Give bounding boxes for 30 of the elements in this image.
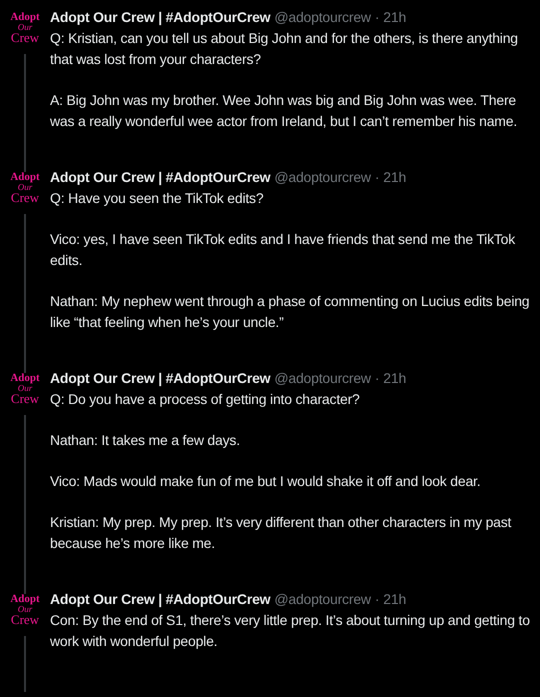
separator-dot: · (374, 369, 380, 388)
post-paragraph: Q: Have you seen the TikTok edits? (50, 189, 264, 208)
separator-dot: · (374, 168, 380, 187)
post-time[interactable]: 21h (383, 367, 406, 389)
display-name[interactable]: Adopt Our Crew | #AdoptOurCrew (50, 367, 270, 389)
post-paragraph: Vico: Mads would make fun of me but I would shake it off and look dear. (50, 472, 482, 491)
post-paragraph: Vico: yes, I have seen TikTok edits and I have friends that send me the TikTok edits. (50, 230, 516, 270)
avatar-logo[interactable]: Adopt Our Crew (10, 166, 40, 210)
post-paragraph: Nathan: It takes me a few days. (50, 431, 241, 450)
separator-dot: · (374, 8, 380, 27)
display-name[interactable]: Adopt Our Crew | #AdoptOurCrew (50, 6, 270, 28)
post-paragraph: Nathan: My nephew went through a phase of commenting on Lucius edits being like “that feeling when he’s your uncle.” (50, 292, 530, 332)
user-handle[interactable]: @adoptourcrew (274, 367, 371, 389)
display-name[interactable]: Adopt Our Crew | #AdoptOurCrew (50, 588, 270, 610)
separator-dot: · (374, 590, 380, 609)
post-time[interactable]: 21h (383, 166, 406, 188)
avatar-logo[interactable]: Adopt Our Crew (10, 6, 40, 50)
user-handle[interactable]: @adoptourcrew (274, 6, 371, 28)
post-paragraph: Con: By the end of S1, there’s very little prep. It’s about turning up and getting to work with wonderful people. (50, 611, 531, 651)
post-time[interactable]: 21h (383, 588, 406, 610)
avatar-logo[interactable]: Adopt Our Crew (10, 367, 40, 411)
post-time[interactable]: 21h (383, 6, 406, 28)
avatar-logo[interactable]: Adopt Our Crew (10, 588, 40, 632)
user-handle[interactable]: @adoptourcrew (274, 588, 371, 610)
post-paragraph: Q: Do you have a process of getting into character? (50, 390, 361, 409)
post-paragraph: Kristian: My prep. My prep. It’s very different than other characters in my past because he’s more like me. (50, 513, 512, 553)
display-name[interactable]: Adopt Our Crew | #AdoptOurCrew (50, 166, 270, 188)
post-paragraph: A: Big John was my brother. Wee John was big and Big John was wee. There was a really wonderful wee actor from Ireland, but I can’t remember his name. (50, 91, 518, 131)
user-handle[interactable]: @adoptourcrew (274, 166, 371, 188)
post-paragraph: Q: Kristian, can you tell us about Big John and for the others, is there anything that was lost from your characters? (50, 29, 519, 69)
